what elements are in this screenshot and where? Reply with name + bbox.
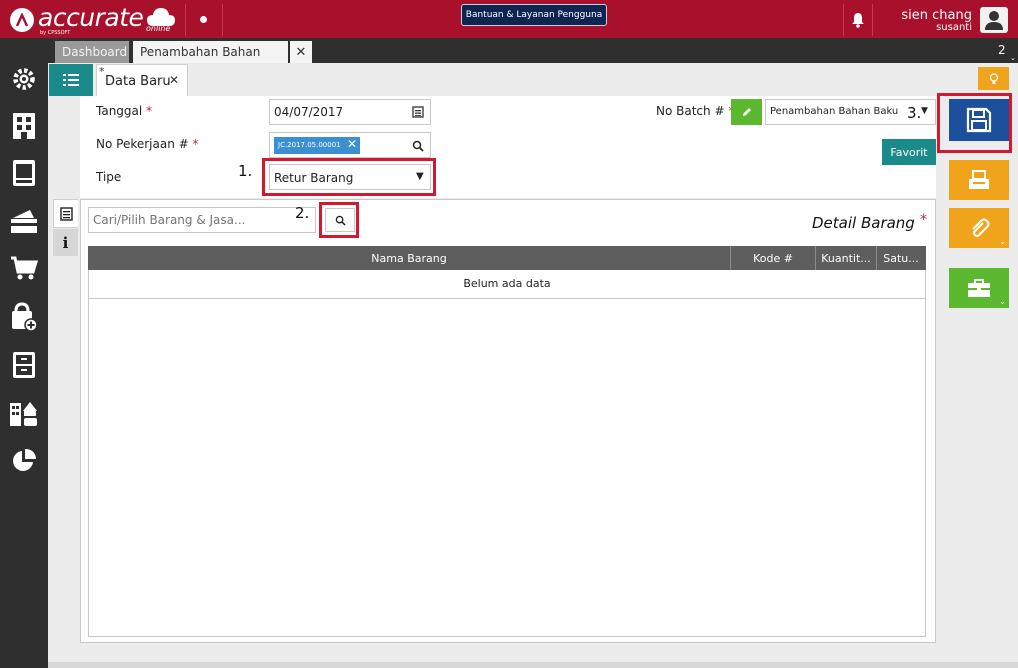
column-kode[interactable]: Kode # — [731, 252, 815, 265]
tanggal-value: 04/07/2017 — [274, 105, 344, 119]
bulb-button[interactable] — [978, 67, 1009, 90]
annotation-3: 3. — [907, 104, 922, 122]
no-batch-dropdown-arrow-icon[interactable]: ▼ — [921, 106, 928, 116]
info-icon[interactable]: i — [53, 229, 78, 256]
search-icon[interactable] — [412, 140, 424, 152]
list-icon — [63, 74, 79, 86]
highlight-box-3 — [937, 93, 1012, 153]
printer-icon — [969, 170, 989, 189]
annotation-2: 2. — [295, 204, 310, 222]
print-button[interactable] — [949, 160, 1009, 200]
row-divider — [88, 298, 926, 299]
help-button[interactable]: Bantuan & Layanan Pengguna — [461, 4, 607, 26]
shopping-cart-icon[interactable] — [8, 253, 40, 285]
tab-dashboard[interactable]: Dashboard — [55, 41, 129, 63]
search-item-input[interactable] — [88, 207, 316, 233]
paperclip-icon — [972, 218, 990, 237]
modified-mark: * — [99, 65, 105, 78]
bottom-strip — [48, 662, 1018, 668]
detail-required-mark: * — [920, 212, 927, 228]
gear-icon[interactable] — [8, 63, 40, 95]
inventory-cabinet-icon[interactable] — [8, 349, 40, 381]
shopping-bag-add-icon[interactable] — [8, 301, 40, 333]
tab-data-baru[interactable]: * Data Baru ✕ — [96, 64, 188, 96]
no-pekerjaan-tag[interactable]: JC.2017.05.00001 ✕ — [274, 137, 360, 154]
user-name[interactable]: sien chang — [880, 8, 972, 23]
tools-chevron-icon[interactable]: ⌄ — [999, 297, 1006, 306]
tab-penambahan-bahan-baku[interactable]: Penambahan Bahan Baku — [133, 41, 288, 81]
edit-batch-button[interactable] — [731, 99, 762, 125]
logo-text: accurate — [38, 3, 144, 32]
close-icon[interactable]: ✕ — [169, 73, 179, 87]
bank-card-icon[interactable] — [8, 205, 40, 237]
close-tab-icon[interactable]: ✕ — [290, 41, 312, 63]
highlight-box-2 — [319, 202, 359, 238]
tanggal-field[interactable]: 04/07/2017 — [269, 99, 431, 125]
tab-data-baru-label: Data Baru — [105, 74, 171, 89]
column-nama-barang[interactable]: Nama Barang — [88, 252, 730, 265]
pencil-icon — [742, 108, 751, 116]
sidebar — [0, 63, 48, 668]
attachment-chevron-icon[interactable]: ⌄ — [999, 237, 1006, 246]
user-sub: susanti — [936, 22, 972, 33]
report-pie-chart-icon[interactable] — [8, 445, 40, 477]
lightbulb-icon — [989, 72, 998, 84]
attachment-button[interactable]: ⌄ — [949, 208, 1009, 248]
bell-icon[interactable] — [851, 12, 865, 28]
accurate-logo-icon — [10, 8, 34, 32]
tools-button[interactable]: ⌄ — [949, 268, 1009, 308]
column-kuantitas[interactable]: Kuantit... — [816, 252, 876, 265]
detail-tab-items[interactable] — [53, 199, 78, 228]
no-pekerjaan-label: No Pekerjaan # * — [96, 137, 199, 151]
remove-tag-icon[interactable]: ✕ — [347, 137, 357, 151]
list-view-button[interactable] — [49, 64, 93, 96]
user-avatar-icon[interactable] — [980, 7, 1008, 33]
favorit-button[interactable]: Favorit — [882, 139, 936, 165]
company-building-icon[interactable] — [8, 110, 40, 142]
assets-buildings-icon[interactable] — [8, 397, 40, 429]
no-pekerjaan-field[interactable]: JC.2017.05.00001 ✕ — [269, 132, 431, 158]
logo-tag: by CPSSOFT — [40, 30, 71, 36]
tab-count-chevron-icon[interactable]: ⌄ — [1010, 54, 1016, 62]
column-satuan[interactable]: Satu... — [877, 252, 925, 265]
highlight-box-1 — [262, 158, 436, 196]
top-bar: accurate online by CPSSOFT Bantuan & Lay… — [0, 0, 1018, 38]
status-dot-icon[interactable] — [200, 16, 207, 23]
logo-sub: online — [146, 24, 171, 33]
calendar-icon[interactable] — [412, 106, 424, 118]
tipe-label: Tipe — [96, 170, 122, 184]
tanggal-label: Tanggal * — [96, 104, 153, 118]
briefcase-icon — [968, 279, 990, 297]
detail-title: Detail Barang — [812, 214, 915, 232]
no-batch-label: No Batch # * — [656, 104, 734, 118]
ledger-book-icon[interactable] — [8, 157, 40, 189]
empty-table-message: Belum ada data — [463, 277, 551, 290]
detail-table — [88, 246, 926, 637]
tab-count: 2 — [998, 43, 1006, 57]
document-list-icon — [59, 206, 73, 221]
no-batch-value: Penambahan Bahan Baku — [770, 106, 899, 117]
annotation-1: 1. — [238, 162, 253, 180]
no-pekerjaan-tag-label: JC.2017.05.00001 — [278, 141, 341, 149]
